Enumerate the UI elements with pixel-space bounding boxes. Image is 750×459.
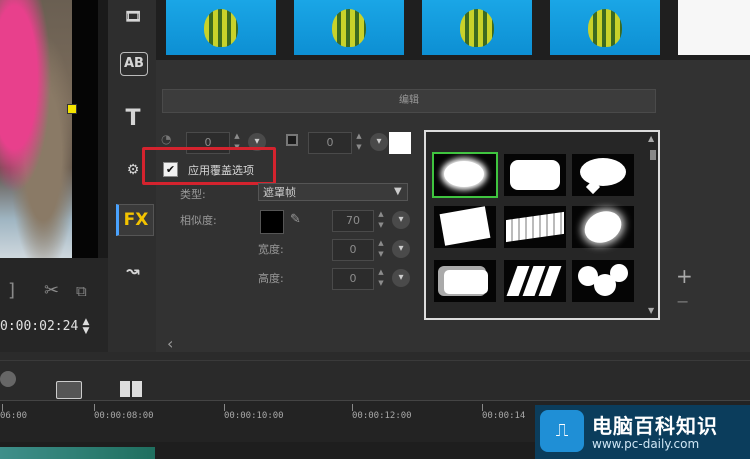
mask-paper[interactable] xyxy=(434,206,496,248)
mask-rounded-rect[interactable] xyxy=(504,154,566,196)
thumbnail-1[interactable] xyxy=(166,0,276,55)
opacity-icon: ◔ xyxy=(161,132,172,146)
title-track-icon[interactable] xyxy=(56,381,82,399)
eyedropper-icon[interactable]: ✎ xyxy=(290,212,301,227)
height-dropdown-button[interactable]: ▾ xyxy=(392,269,410,287)
back-arrow-icon[interactable]: ‹ xyxy=(167,334,173,353)
thumbnail-strip xyxy=(156,0,750,60)
border-color-swatch[interactable] xyxy=(389,132,411,154)
thumbnail-2[interactable] xyxy=(294,0,404,55)
scissors-icon[interactable]: ✂ xyxy=(44,280,59,301)
bracket-out-icon[interactable]: ] xyxy=(8,280,15,301)
preview-letterbox xyxy=(72,0,98,258)
width-label: 宽度: xyxy=(258,243,284,256)
tick-label: 00:00:12:00 xyxy=(352,411,412,421)
timecode-spinner[interactable]: ▲ ▼ xyxy=(80,318,92,338)
mask-blur-oval[interactable] xyxy=(572,205,634,249)
thumbnail-3[interactable] xyxy=(422,0,532,55)
height-label: 高度: xyxy=(258,272,284,285)
path-icon[interactable]: ↝ xyxy=(116,256,150,286)
tick-label: 00:00:08:00 xyxy=(94,411,154,421)
watermark-title: 电脑百科知识 xyxy=(592,414,718,438)
border-dropdown-button[interactable]: ▾ xyxy=(370,133,388,151)
mask-circles[interactable] xyxy=(572,260,634,302)
chevron-down-icon[interactable]: ▼ xyxy=(394,183,408,201)
transition-ab-icon[interactable]: AB xyxy=(120,52,148,76)
title-icon[interactable]: T xyxy=(116,104,150,134)
width-dropdown-button[interactable]: ▾ xyxy=(392,240,410,258)
resize-handle[interactable] xyxy=(67,104,77,114)
balloon-image xyxy=(588,9,622,47)
watermark-url: www.pc-daily.com xyxy=(592,437,700,451)
preview-panel: ] ✂ ⧉ 0:00:02:24 ▲ ▼ xyxy=(0,0,108,352)
width-field[interactable]: 0 xyxy=(332,239,374,261)
timecode-display[interactable]: 0:00:02:24 xyxy=(0,316,80,338)
type-label: 类型: xyxy=(180,188,206,201)
similarity-label: 相似度: xyxy=(180,214,217,227)
mask-gallery: ▲ ▼ xyxy=(424,130,660,320)
balloon-image xyxy=(204,9,238,47)
storyboard-icon[interactable] xyxy=(120,381,142,397)
mask-slashes[interactable] xyxy=(504,260,566,302)
timeline-toolbar xyxy=(0,360,750,401)
scroll-down-icon[interactable]: ▼ xyxy=(648,306,654,315)
border-icon xyxy=(286,134,298,146)
similarity-spinner[interactable]: ▲ ▼ xyxy=(374,209,388,231)
similarity-dropdown-button[interactable]: ▾ xyxy=(392,211,410,229)
scrollbar-thumb[interactable] xyxy=(650,150,656,160)
border-field[interactable]: 0 xyxy=(308,132,352,154)
mask-film-strip[interactable] xyxy=(504,206,566,248)
type-select[interactable]: 遮罩帧 xyxy=(258,183,408,201)
mask-oval[interactable] xyxy=(432,152,498,198)
media-icon[interactable]: 🎞 xyxy=(116,2,150,32)
balloon-image xyxy=(460,9,494,47)
thumbnail-5[interactable] xyxy=(678,0,750,55)
similarity-field[interactable]: 70 xyxy=(332,210,374,232)
monitor-logo-icon: ⎍ xyxy=(540,410,584,452)
scroll-up-icon[interactable]: ▲ xyxy=(648,134,654,143)
copy-icon[interactable]: ⧉ xyxy=(76,282,87,300)
border-spinner[interactable]: ▲ ▼ xyxy=(352,131,366,153)
filter-fx-button[interactable]: FX xyxy=(116,204,154,236)
height-spinner[interactable]: ▲ ▼ xyxy=(374,267,388,289)
width-spinner[interactable]: ▲ ▼ xyxy=(374,238,388,260)
edit-header[interactable]: 编辑 xyxy=(162,89,656,113)
highlight-box xyxy=(142,147,276,185)
mask-speech-bubble[interactable] xyxy=(572,154,634,196)
tick-label: 06:00 xyxy=(0,411,28,421)
add-button[interactable]: + xyxy=(676,264,693,288)
similarity-color-swatch[interactable] xyxy=(260,210,284,234)
tick-label: 00:00:10:00 xyxy=(224,411,284,421)
preview-image xyxy=(0,0,73,258)
balloon-image xyxy=(332,9,366,47)
record-icon[interactable] xyxy=(0,371,16,387)
remove-button[interactable]: − xyxy=(676,292,689,311)
mask-layered-rect[interactable] xyxy=(434,260,496,302)
video-clip[interactable] xyxy=(0,447,155,459)
thumbnail-4[interactable] xyxy=(550,0,660,55)
height-field[interactable]: 0 xyxy=(332,268,374,290)
tick-label: 00:00:14 xyxy=(482,411,526,421)
